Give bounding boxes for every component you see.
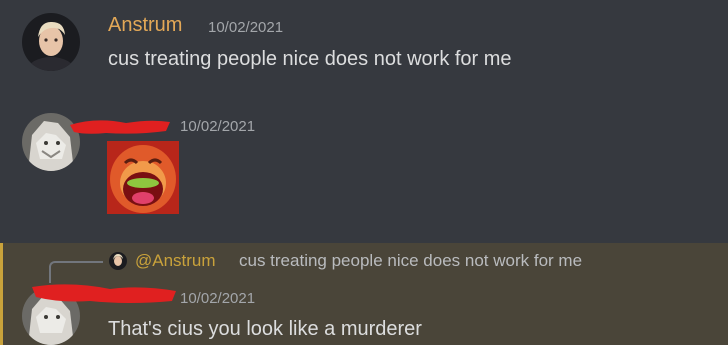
timestamp: 10/02/2021 — [180, 118, 256, 135]
reply-preview-text[interactable]: cus treating people nice does not work f… — [239, 251, 582, 271]
redacted-username — [70, 120, 170, 134]
redacted-username — [32, 284, 176, 303]
message-text: cus treating people nice does not work f… — [108, 48, 512, 70]
laughing-face-image[interactable] — [107, 141, 179, 214]
timestamp: 10/02/2021 — [208, 19, 284, 36]
author-name[interactable]: Anstrum — [108, 14, 182, 37]
message-text: That's cius you look like a murderer — [108, 318, 422, 340]
reply-connector — [49, 261, 103, 283]
avatar[interactable] — [22, 13, 80, 71]
timestamp: 10/02/2021 — [180, 290, 256, 307]
reply-mention[interactable]: @Anstrum — [135, 251, 216, 271]
reply-avatar[interactable] — [109, 252, 127, 270]
